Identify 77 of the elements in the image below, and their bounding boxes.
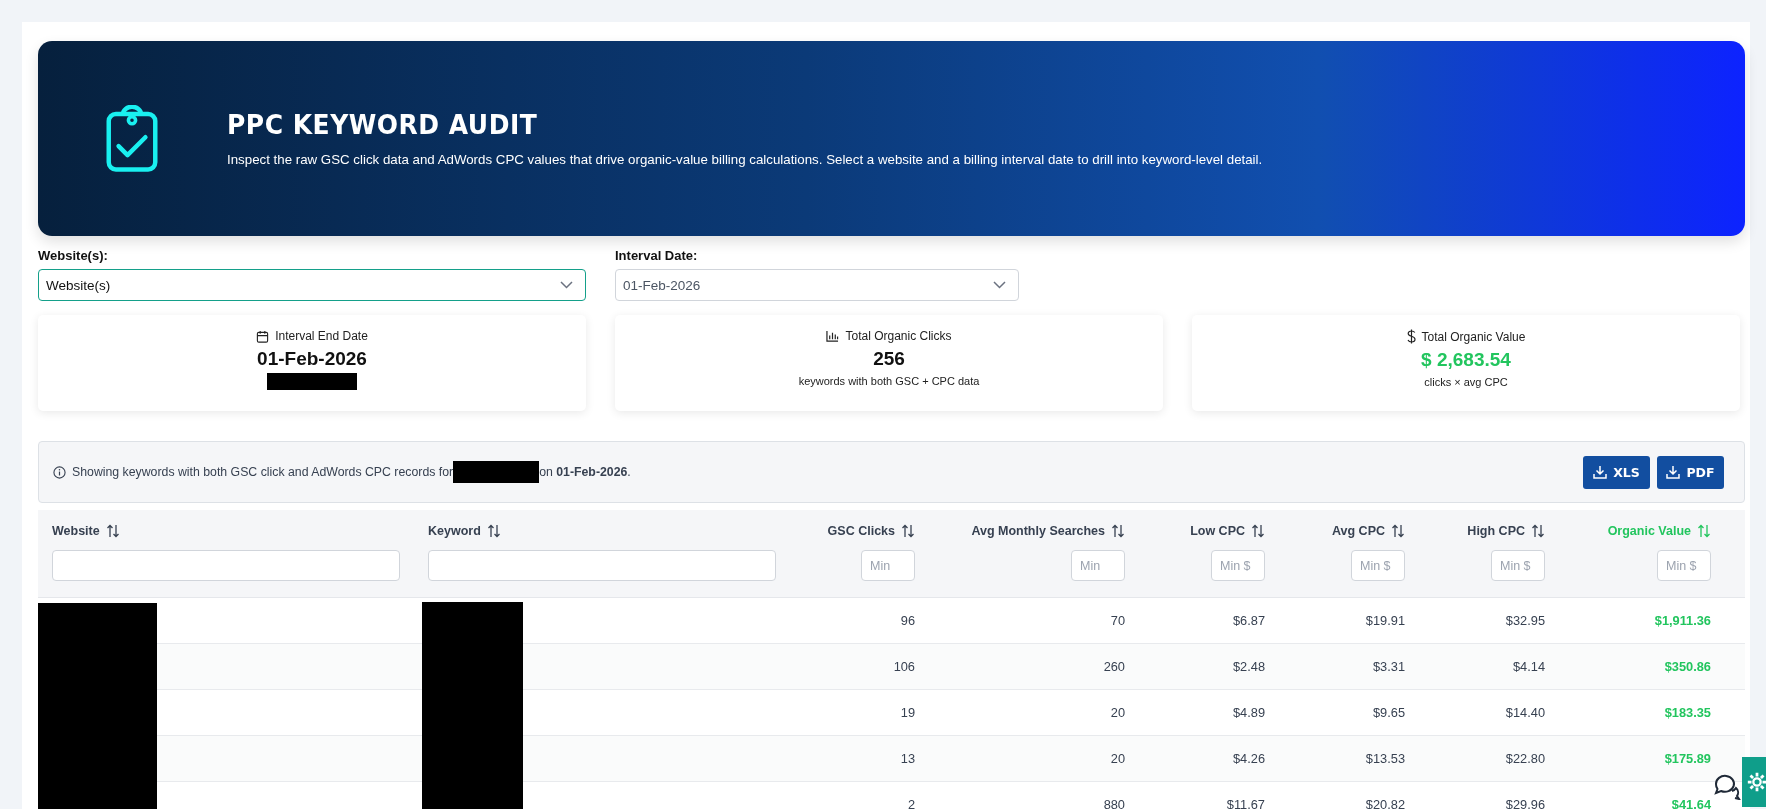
- stat-value: 256: [873, 348, 905, 370]
- calendar-icon: [256, 329, 270, 343]
- filter-field[interactable]: Min $: [1657, 550, 1711, 581]
- table-cell-text: 106: [892, 658, 916, 676]
- stat-label: Interval End Date: [275, 329, 368, 343]
- stat-note: clicks × avg CPC: [1424, 376, 1508, 388]
- download-icon: [1593, 465, 1608, 479]
- table-cell-text: $4.14: [1511, 658, 1546, 676]
- filter-field[interactable]: Min $: [1211, 550, 1265, 581]
- sort-icon[interactable]: [1251, 524, 1265, 538]
- info-text: on 01-Feb-2026.: [539, 465, 631, 479]
- filter-label: Website(s):: [38, 248, 108, 263]
- filter-field[interactable]: Min: [861, 550, 915, 581]
- clipboard-check-icon: [105, 104, 159, 173]
- table-cell-text: $22.80: [1504, 750, 1546, 768]
- chat-icon[interactable]: [1712, 772, 1742, 800]
- table-cell-text: $19.91: [1364, 612, 1406, 630]
- column-header[interactable]: Avg CPC: [1332, 523, 1405, 539]
- sort-icon[interactable]: [1111, 524, 1125, 538]
- table-cell-text: $4.89: [1231, 704, 1266, 722]
- column-header[interactable]: GSC Clicks: [827, 523, 915, 539]
- table-cell-text: $4.26: [1231, 750, 1266, 768]
- table-cell-text: $6.87: [1231, 612, 1266, 630]
- table-cell-text: 20: [1109, 750, 1126, 768]
- table-cell-text: $1,911.36: [1653, 612, 1712, 630]
- column-header[interactable]: Keyword: [428, 523, 790, 539]
- stat-note: keywords with both GSC + CPC data: [798, 375, 980, 387]
- download-icon: [1666, 465, 1681, 479]
- dollar-icon: [1406, 329, 1416, 344]
- stat-value: $ 2,683.54: [1421, 349, 1511, 371]
- table-cell-text: $350.86: [1663, 658, 1712, 676]
- table-cell-text: 20: [1109, 704, 1126, 722]
- stat-label: Total Organic Value: [1421, 329, 1526, 344]
- table-cell-text: $2.48: [1231, 658, 1266, 676]
- table-cell-text: $9.65: [1371, 704, 1406, 722]
- table-cell-text: 2: [906, 796, 916, 809]
- column-header[interactable]: Website: [52, 523, 410, 539]
- info-icon: [53, 465, 66, 479]
- chevron-down-icon: [560, 281, 573, 289]
- info-text: Showing keywords with both GSC click and AdWords CPC records for: [72, 465, 454, 479]
- filter-label: Interval Date:: [615, 248, 698, 263]
- date-dropdown[interactable]: 01-Feb-2026: [615, 269, 1019, 301]
- stat-label: Total Organic Clicks: [845, 329, 952, 343]
- table-cell-text: 13: [899, 750, 916, 768]
- filter-field[interactable]: Min $: [1351, 550, 1405, 581]
- table-cell-text: 70: [1109, 612, 1126, 630]
- table-cell-text: 880: [1102, 796, 1126, 809]
- sort-icon[interactable]: [1531, 524, 1545, 538]
- website-dropdown[interactable]: Website(s): [38, 269, 586, 301]
- sort-icon[interactable]: [486, 524, 501, 538]
- table-cell-text: $32.95: [1504, 612, 1546, 630]
- table-cell-text: $183.35: [1663, 704, 1712, 722]
- stat-value: 01-Feb-2026: [257, 348, 367, 370]
- page-title: PPC KEYWORD AUDIT: [227, 109, 538, 141]
- sort-icon[interactable]: [1391, 524, 1405, 538]
- chevron-down-icon: [993, 281, 1006, 289]
- filter-field[interactable]: [52, 550, 400, 581]
- table-cell-text: $175.89: [1663, 750, 1712, 768]
- sort-icon[interactable]: [105, 524, 120, 538]
- table-cell-text: $14.40: [1504, 704, 1546, 722]
- sort-icon[interactable]: [901, 524, 915, 538]
- column-header[interactable]: Low CPC: [1190, 523, 1265, 539]
- column-header[interactable]: High CPC: [1467, 523, 1545, 539]
- table-cell-text: 19: [899, 704, 916, 722]
- table-cell-text: $13.53: [1364, 750, 1406, 768]
- filter-field[interactable]: [428, 550, 776, 581]
- settings-icon: [1746, 771, 1766, 793]
- filter-field[interactable]: Min $: [1491, 550, 1545, 581]
- table-cell-text: $3.31: [1371, 658, 1406, 676]
- column-header[interactable]: Avg Monthly Searches: [971, 523, 1125, 539]
- table-cell-text: 260: [1102, 658, 1126, 676]
- table-cell-text: 96: [899, 612, 916, 630]
- export-button[interactable]: XLS: [1583, 455, 1650, 489]
- bar-chart-icon: [826, 330, 840, 342]
- export-button[interactable]: PDF: [1657, 455, 1724, 489]
- filter-field[interactable]: Min: [1071, 550, 1125, 581]
- page-description: Inspect the raw GSC click data and AdWords CPC values that drive organic-value billing calculations. Select a website and a billing interval date to drill into keyword-level detail.: [227, 151, 1263, 167]
